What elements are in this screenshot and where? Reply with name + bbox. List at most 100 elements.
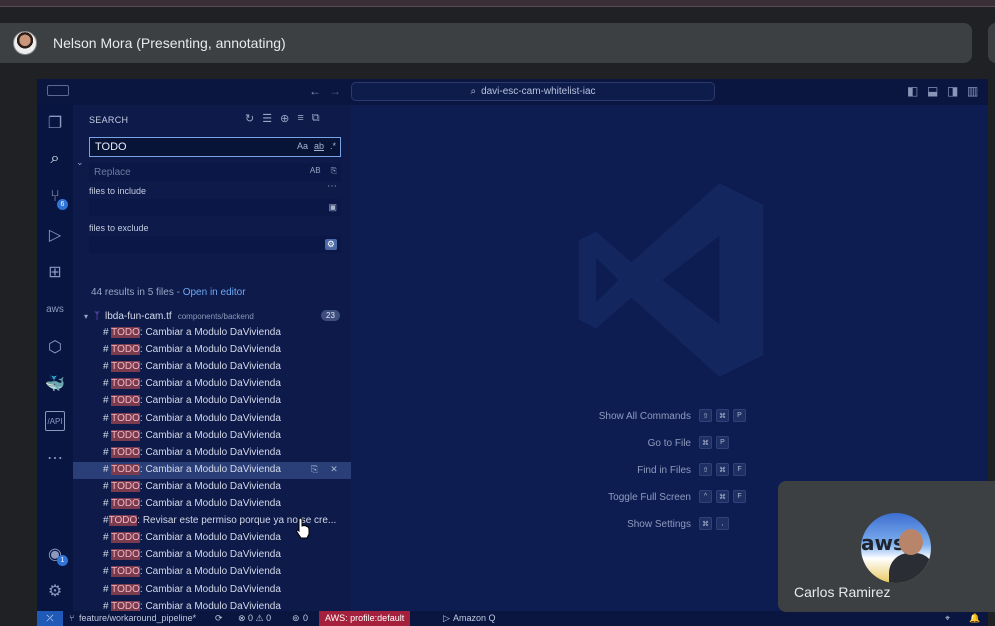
search-result-text: # TODO: Cambiar a Modulo DaVivienda bbox=[103, 463, 281, 475]
search-result-text: # TODO: Cambiar a Modulo DaVivienda bbox=[103, 446, 281, 458]
collapse-all-icon[interactable]: ⧉ bbox=[312, 112, 320, 125]
keycap: ⇧ bbox=[699, 463, 712, 476]
result-match-highlight: TODO bbox=[111, 498, 140, 509]
open-editors-only-icon[interactable]: ▣ bbox=[328, 202, 337, 213]
toggle-primary-sidebar-icon[interactable]: ◧ bbox=[907, 84, 918, 98]
participant-tile[interactable]: aws Carlos Ramirez bbox=[778, 481, 995, 612]
toggle-search-details-icon[interactable]: ⋯ bbox=[327, 181, 337, 192]
search-result-row[interactable]: # TODO: Cambiar a Modulo DaVivienda bbox=[73, 359, 351, 376]
refresh-icon[interactable]: ↻ bbox=[245, 112, 254, 125]
explorer-icon[interactable]: ❐ bbox=[45, 113, 65, 133]
meeting-side-control[interactable] bbox=[988, 23, 995, 63]
result-prefix: # bbox=[103, 344, 112, 356]
search-result-row[interactable]: # TODO: Cambiar a Modulo DaVivienda bbox=[73, 376, 351, 393]
search-input[interactable]: TODO Aa ab .* bbox=[89, 137, 341, 157]
command-center-search[interactable]: ⌕ davi-esc-cam-whitelist-iac bbox=[351, 82, 715, 101]
aws-icon[interactable]: aws bbox=[45, 299, 65, 319]
chevron-down-icon[interactable]: ▾ bbox=[84, 312, 88, 321]
location-icon[interactable]: ⌖ bbox=[945, 613, 950, 624]
docker-icon[interactable]: 🐳 bbox=[45, 374, 65, 394]
search-icon[interactable]: ⌕ bbox=[45, 149, 65, 169]
replace-all-icon[interactable]: ⎘ bbox=[331, 166, 337, 176]
search-result-row[interactable]: # TODO: Cambiar a Modulo DaVivienda bbox=[73, 325, 351, 342]
keycap: P bbox=[733, 409, 746, 422]
customize-layout-icon[interactable]: ▥ bbox=[967, 84, 978, 98]
match-whole-word-icon[interactable]: ab bbox=[314, 141, 324, 151]
api-icon[interactable]: /API bbox=[45, 411, 65, 431]
toggle-panel-icon[interactable]: ⬓ bbox=[927, 84, 938, 98]
result-prefix: # bbox=[103, 600, 112, 612]
shortcut-row[interactable]: Show Settings ⌘, bbox=[551, 515, 791, 542]
toggle-replace-chevron-icon[interactable]: ⌄ bbox=[76, 157, 84, 168]
search-result-row[interactable]: # TODO: Cambiar a Modulo DaVivienda bbox=[73, 564, 351, 581]
keycap: ⌘ bbox=[716, 490, 729, 503]
shortcut-row[interactable]: Find in Files ⇧ ⌘ F bbox=[551, 461, 791, 488]
files-exclude-input[interactable]: ⚙ bbox=[89, 236, 341, 253]
branch-name[interactable]: feature/workaround_pipeline* bbox=[79, 613, 196, 623]
use-exclude-settings-icon[interactable]: ⚙ bbox=[324, 239, 337, 250]
settings-gear-icon[interactable]: ⚙ bbox=[45, 581, 65, 601]
result-rest: : Cambiar a Modulo DaVivienda bbox=[139, 600, 281, 612]
vscode-watermark-logo bbox=[578, 183, 764, 377]
replace-result-icon[interactable]: ⎘ bbox=[311, 464, 318, 475]
use-regex-icon[interactable]: .* bbox=[330, 141, 336, 151]
result-rest: : Cambiar a Modulo DaVivienda bbox=[139, 549, 281, 561]
run-debug-icon[interactable]: ▷ bbox=[45, 225, 65, 245]
result-rest: : Cambiar a Modulo DaVivienda bbox=[139, 463, 281, 475]
search-result-row[interactable]: # TODO: Cambiar a Modulo DaVivienda bbox=[73, 393, 351, 410]
shortcut-row[interactable]: Toggle Full Screen ^ ⌘ F bbox=[551, 488, 791, 515]
search-result-row[interactable]: # TODO: Cambiar a Modulo DaVivienda ⎘ ✕ bbox=[73, 461, 351, 479]
extensions-icon[interactable]: ⊞ bbox=[45, 262, 65, 282]
search-result-row[interactable]: # TODO: Cambiar a Modulo DaVivienda bbox=[73, 582, 351, 599]
ports-count[interactable]: 0 bbox=[303, 613, 308, 623]
search-result-row[interactable]: # TODO: Cambiar a Modulo DaVivienda bbox=[73, 479, 351, 496]
files-include-input[interactable]: ▣ bbox=[89, 199, 341, 216]
more-icon[interactable]: ⋯ bbox=[45, 448, 65, 468]
new-search-editor-icon[interactable]: ⊕ bbox=[280, 112, 289, 125]
match-case-icon[interactable]: Aa bbox=[297, 141, 308, 151]
search-result-row[interactable]: # TODO: Cambiar a Modulo DaVivienda bbox=[73, 547, 351, 564]
search-result-row[interactable]: # TODO: Cambiar a Modulo DaVivienda bbox=[73, 428, 351, 445]
search-result-row[interactable]: # TODO: Cambiar a Modulo DaVivienda bbox=[73, 496, 351, 513]
remote-indicator-icon[interactable]: ⤫ bbox=[37, 611, 63, 626]
aws-profile-status[interactable]: AWS: profile:default bbox=[319, 611, 411, 626]
replace-input[interactable]: Replace AB ⎘ bbox=[89, 163, 341, 182]
shortcut-keys: ⌘, bbox=[699, 517, 729, 530]
result-match-highlight: TODO bbox=[111, 600, 140, 612]
terraform-file-icon: ᛉ bbox=[94, 311, 101, 322]
search-result-row[interactable]: # TODO: Cambiar a Modulo DaVivienda bbox=[73, 411, 351, 428]
amazon-q-status[interactable]: Amazon Q bbox=[453, 613, 496, 623]
files-exclude-label: files to exclude bbox=[89, 223, 149, 233]
amazon-q-icon: ▷ bbox=[443, 613, 450, 623]
participant-avatar: aws bbox=[861, 513, 931, 583]
sync-icon[interactable]: ⟳ bbox=[215, 613, 223, 624]
arrow-right-icon[interactable]: → bbox=[329, 84, 341, 98]
problems-indicator[interactable]: ⊗ 0 ⚠ 0 bbox=[238, 613, 271, 624]
replace-placeholder: Replace bbox=[94, 167, 131, 178]
search-result-text: # TODO: Cambiar a Modulo DaVivienda bbox=[103, 532, 281, 544]
result-rest: : Cambiar a Modulo DaVivienda bbox=[139, 480, 281, 492]
result-file-row[interactable]: ▾ ᛉ lbda-fun-cam.tf components/backend 2… bbox=[73, 308, 351, 325]
toggle-secondary-sidebar-icon[interactable]: ◨ bbox=[947, 84, 958, 98]
dismiss-result-icon[interactable]: ✕ bbox=[330, 464, 338, 475]
window-layout-icon[interactable] bbox=[47, 85, 69, 96]
preserve-case-icon[interactable]: AB bbox=[310, 166, 321, 176]
scm-badge: 6 bbox=[57, 199, 68, 210]
view-as-tree-icon[interactable]: ≡ bbox=[297, 112, 303, 125]
search-result-row[interactable]: # TODO: Cambiar a Modulo DaVivienda bbox=[73, 445, 351, 462]
shortcut-row[interactable]: Show All Commands ⇧ ⌘ P bbox=[551, 407, 791, 434]
clear-results-icon[interactable]: ☰ bbox=[262, 112, 272, 125]
arrow-left-icon[interactable]: ← bbox=[309, 84, 321, 98]
shortcut-keys: ^ ⌘ F bbox=[699, 490, 746, 503]
results-summary: 44 results in 5 files - Open in editor bbox=[91, 287, 246, 298]
result-rest: : Cambiar a Modulo DaVivienda bbox=[139, 429, 281, 441]
hexagon-extension-icon[interactable]: ⬡ bbox=[45, 337, 65, 357]
keycap: F bbox=[733, 490, 746, 503]
search-result-row[interactable]: # TODO: Cambiar a Modulo DaVivienda bbox=[73, 342, 351, 359]
browser-top-strip bbox=[0, 0, 995, 7]
open-in-editor-link[interactable]: Open in editor bbox=[183, 287, 246, 298]
shortcut-row[interactable]: Go to File ⌘ P bbox=[551, 434, 791, 461]
notifications-bell-icon[interactable]: 🔔 bbox=[969, 613, 980, 624]
search-actions: ↻ ☰ ⊕ ≡ ⧉ bbox=[245, 112, 320, 125]
shortcut-keys: ⇧ ⌘ F bbox=[699, 463, 746, 476]
